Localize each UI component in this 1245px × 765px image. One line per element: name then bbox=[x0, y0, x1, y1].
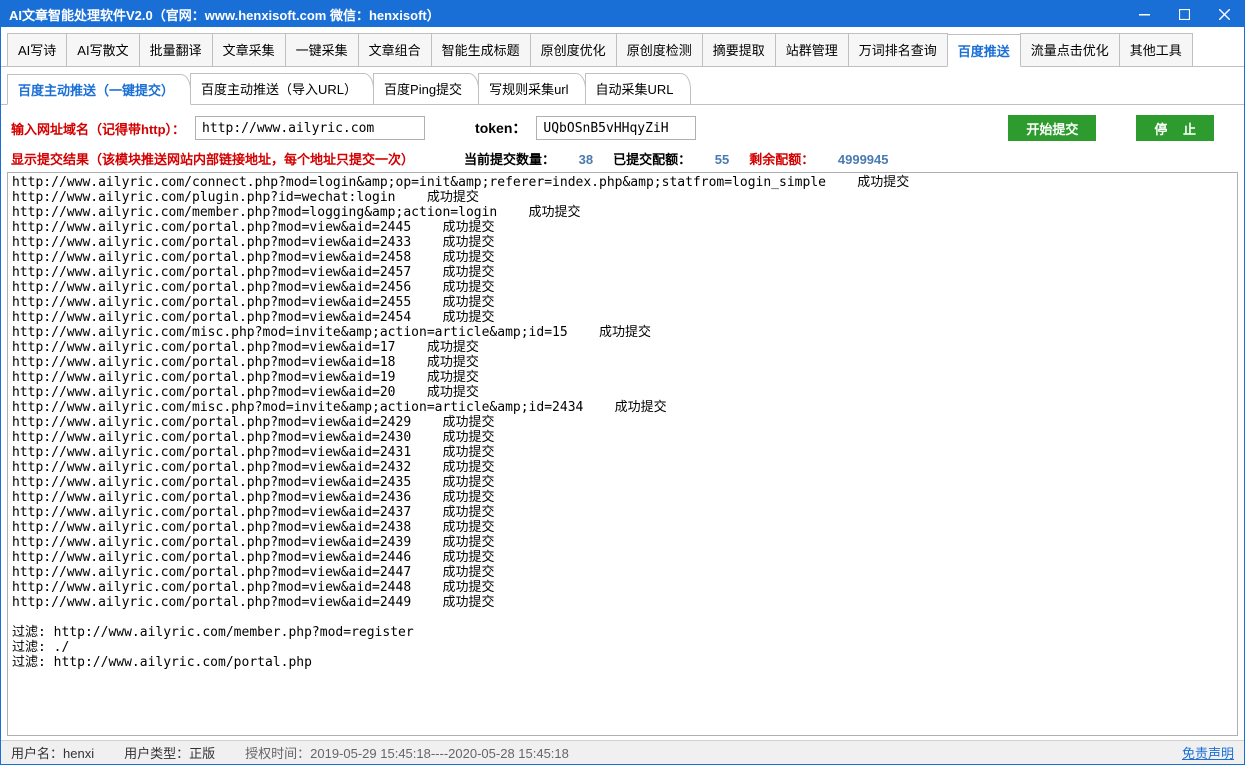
main-tab-12[interactable]: 百度推送 bbox=[947, 34, 1021, 67]
token-label: token： bbox=[475, 118, 526, 138]
main-tab-8[interactable]: 原创度检测 bbox=[616, 33, 703, 66]
main-tab-14[interactable]: 其他工具 bbox=[1119, 33, 1193, 66]
main-tab-7[interactable]: 原创度优化 bbox=[530, 33, 617, 66]
main-tab-11[interactable]: 万词排名查询 bbox=[848, 33, 948, 66]
main-tabs: AI写诗AI写散文批量翻译文章采集一键采集文章组合智能生成标题原创度优化原创度检… bbox=[1, 27, 1244, 67]
sub-tab-4[interactable]: 自动采集URL bbox=[585, 73, 691, 104]
current-count-label: 当前提交数量： bbox=[464, 152, 555, 167]
close-button[interactable] bbox=[1204, 1, 1244, 27]
current-count-value: 38 bbox=[579, 152, 593, 167]
main-tab-2[interactable]: 批量翻译 bbox=[139, 33, 213, 66]
main-tab-9[interactable]: 摘要提取 bbox=[702, 33, 776, 66]
main-tab-5[interactable]: 文章组合 bbox=[358, 33, 432, 66]
form-row: 输入网址域名（记得带http）： token： 开始提交 停 止 bbox=[1, 105, 1244, 149]
domain-input[interactable] bbox=[195, 116, 425, 140]
stop-button[interactable]: 停 止 bbox=[1136, 115, 1214, 141]
statusbar: 用户名：henxi 用户类型：正版 授权时间：2019-05-29 15:45:… bbox=[1, 740, 1244, 764]
main-tab-3[interactable]: 文章采集 bbox=[212, 33, 286, 66]
main-tab-13[interactable]: 流量点击优化 bbox=[1020, 33, 1120, 66]
titlebar: AI文章智能处理软件V2.0（官网：www.henxisoft.com 微信：h… bbox=[1, 1, 1244, 27]
domain-label: 输入网址域名（记得带http）： bbox=[11, 119, 185, 138]
log-textarea[interactable]: http://www.ailyric.com/connect.php?mod=l… bbox=[7, 172, 1238, 736]
minimize-button[interactable] bbox=[1124, 1, 1164, 27]
disclaimer-link[interactable]: 免责声明 bbox=[1182, 743, 1234, 762]
main-tab-0[interactable]: AI写诗 bbox=[7, 33, 67, 66]
sub-tabs: 百度主动推送（一键提交）百度主动推送（导入URL）百度Ping提交写规则采集ur… bbox=[1, 67, 1244, 105]
user-info: 用户名：henxi bbox=[11, 743, 94, 762]
main-tab-1[interactable]: AI写散文 bbox=[66, 33, 139, 66]
sub-tab-3[interactable]: 写规则采集url bbox=[478, 73, 585, 104]
main-tab-6[interactable]: 智能生成标题 bbox=[431, 33, 531, 66]
sub-tab-2[interactable]: 百度Ping提交 bbox=[373, 73, 479, 104]
status-row: 显示提交结果（该模块推送网站内部链接地址，每个地址只提交一次） 当前提交数量： … bbox=[1, 149, 1244, 172]
token-input[interactable] bbox=[536, 116, 696, 140]
maximize-button[interactable] bbox=[1164, 1, 1204, 27]
user-type: 用户类型：正版 bbox=[124, 743, 215, 762]
auth-time: 授权时间：2019-05-29 15:45:18----2020-05-28 1… bbox=[245, 743, 569, 762]
app-window: AI文章智能处理软件V2.0（官网：www.henxisoft.com 微信：h… bbox=[0, 0, 1245, 765]
window-title: AI文章智能处理软件V2.0（官网：www.henxisoft.com 微信：h… bbox=[9, 5, 1124, 24]
window-controls bbox=[1124, 1, 1244, 27]
sub-tab-0[interactable]: 百度主动推送（一键提交） bbox=[7, 74, 191, 105]
sub-tab-1[interactable]: 百度主动推送（导入URL） bbox=[190, 73, 374, 104]
start-button[interactable]: 开始提交 bbox=[1008, 115, 1096, 141]
main-tab-10[interactable]: 站群管理 bbox=[775, 33, 849, 66]
submitted-quota-value: 55 bbox=[715, 152, 729, 167]
remain-quota-label: 剩余配额： bbox=[749, 152, 814, 167]
remain-quota-value: 4999945 bbox=[838, 152, 889, 167]
result-label: 显示提交结果（该模块推送网站内部链接地址，每个地址只提交一次） bbox=[11, 149, 414, 168]
main-tab-4[interactable]: 一键采集 bbox=[285, 33, 359, 66]
submitted-quota-label: 已提交配额： bbox=[613, 152, 691, 167]
